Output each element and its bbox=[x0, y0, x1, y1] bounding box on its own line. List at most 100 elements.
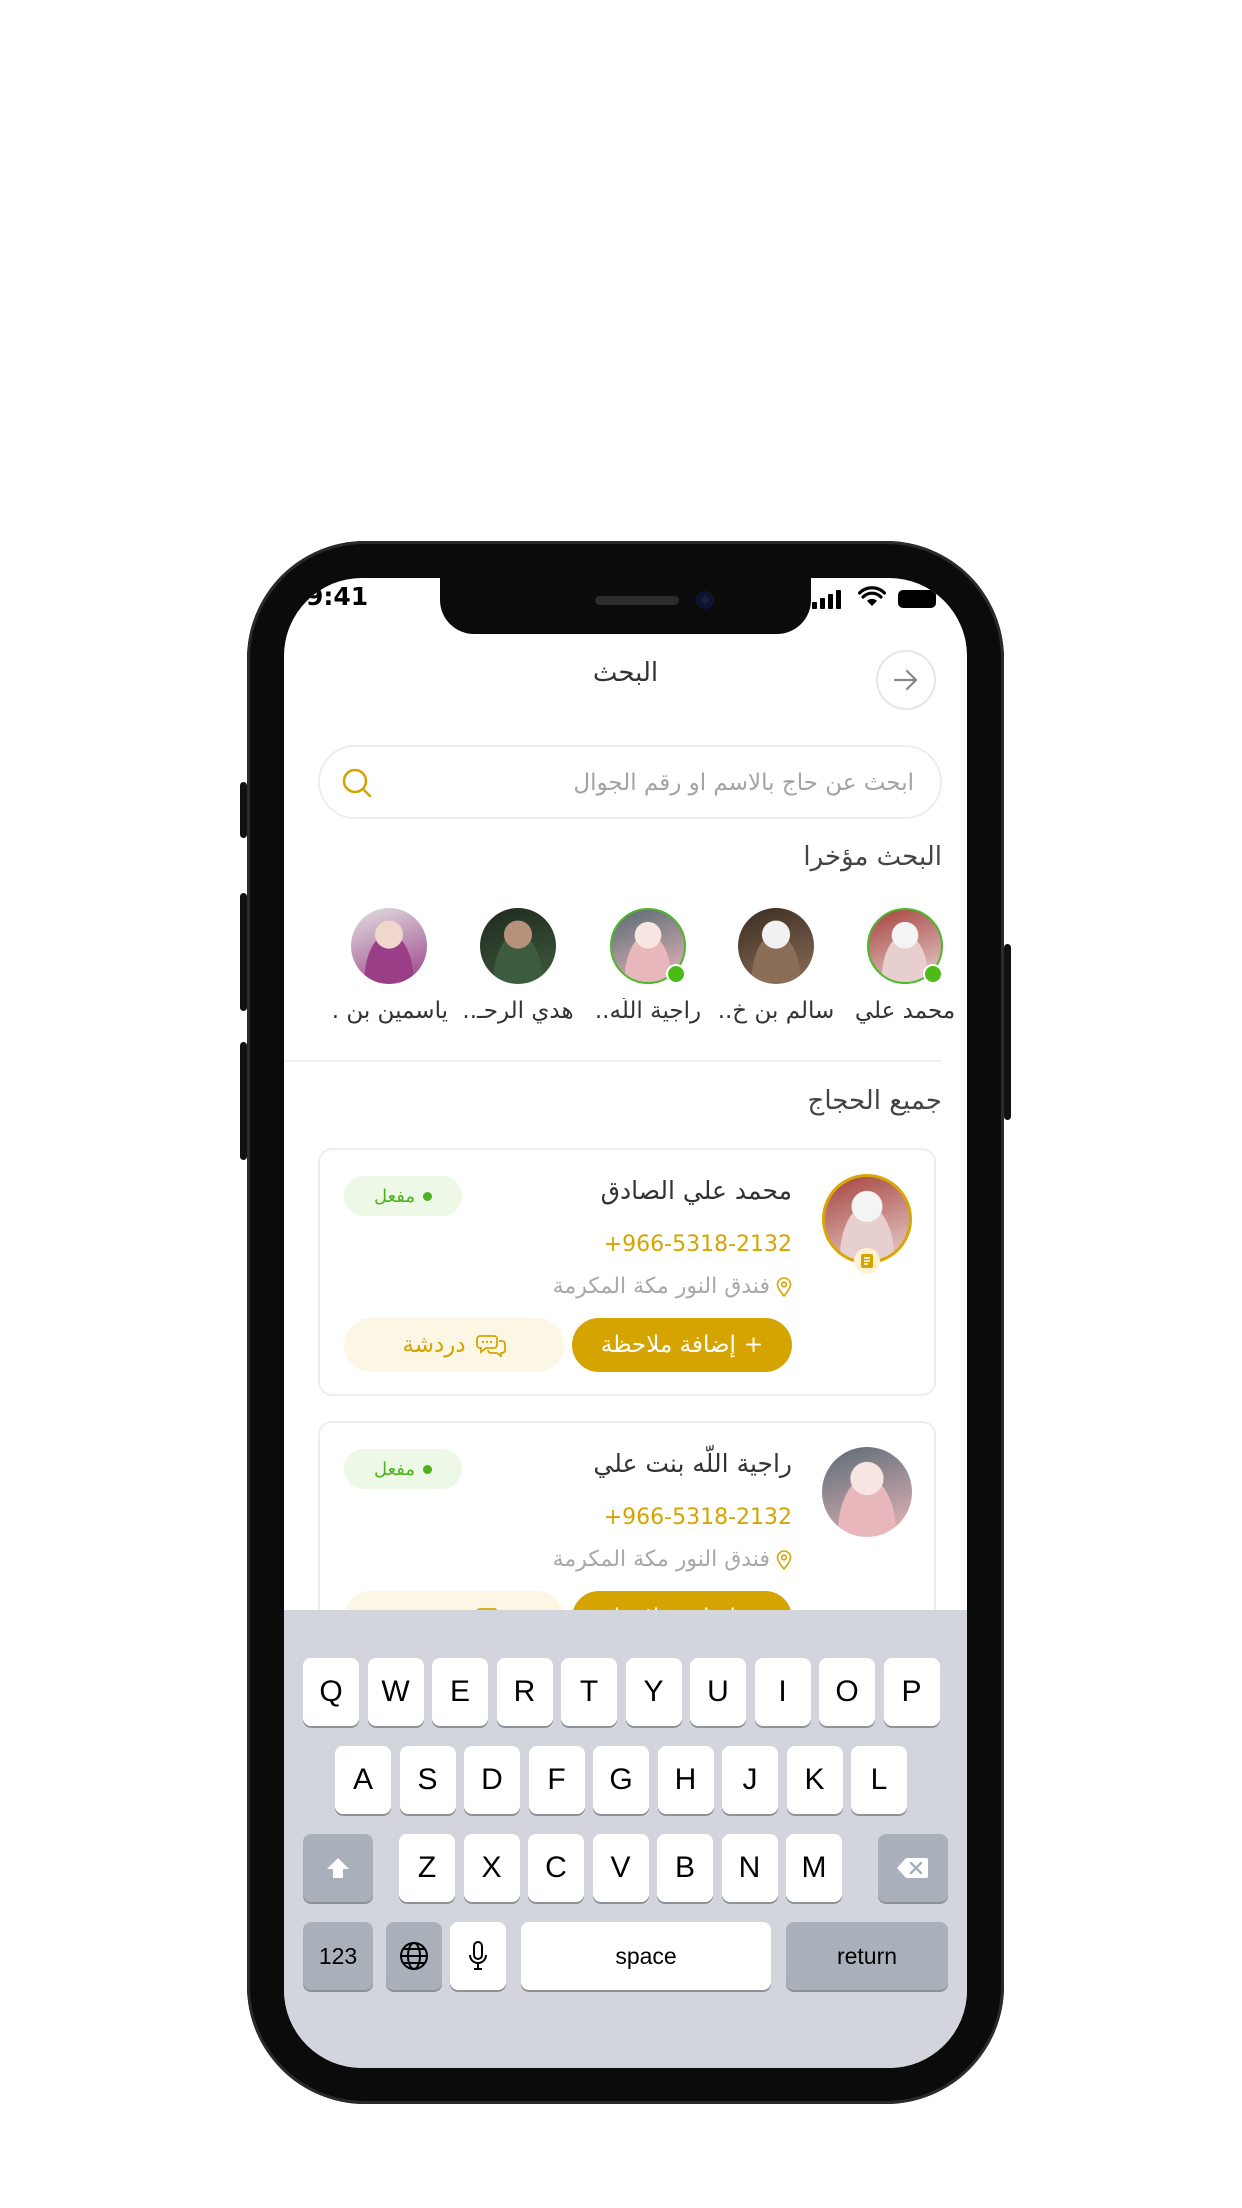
backspace-key[interactable] bbox=[878, 1834, 948, 1902]
pilgrim-location: فندق النور مكة المكرمة bbox=[553, 1547, 792, 1572]
shift-key[interactable] bbox=[303, 1834, 373, 1902]
microphone-key[interactable] bbox=[450, 1922, 506, 1990]
key-letter[interactable]: D bbox=[464, 1746, 520, 1814]
battery-icon bbox=[898, 590, 936, 608]
pilgrim-phone[interactable]: +966-5318-2132 bbox=[604, 1232, 792, 1257]
all-pilgrims-title: جميع الحجاج bbox=[807, 1086, 942, 1116]
pilgrim-card[interactable]: محمد علي الصادق +966-5318-2132 فندق النور … bbox=[318, 1148, 936, 1396]
status-badge: مفعل bbox=[344, 1176, 462, 1216]
globe-key[interactable] bbox=[386, 1922, 442, 1990]
status-time: 9:41 bbox=[306, 582, 369, 611]
location-text: فندق النور مكة المكرمة bbox=[552, 1547, 770, 1572]
key-letter[interactable]: H bbox=[657, 1746, 714, 1814]
note-badge bbox=[854, 1248, 880, 1274]
avatar[interactable] bbox=[610, 908, 686, 984]
pilgrim-name: راجية اللّه بنت علي bbox=[593, 1449, 792, 1478]
recent-name: سالم بن خ.. bbox=[717, 998, 835, 1024]
search-input[interactable] bbox=[400, 747, 916, 819]
microphone-icon bbox=[469, 1941, 487, 1970]
avatar[interactable] bbox=[867, 908, 943, 984]
chat-label: دردشة bbox=[402, 1332, 466, 1358]
side-button bbox=[240, 893, 247, 1011]
key-letter[interactable]: B bbox=[657, 1834, 713, 1902]
key-letter[interactable]: J bbox=[722, 1746, 778, 1814]
app-screen: 9:41 البحث البحث مؤخرا محمد علي سالم بن خ… bbox=[284, 578, 967, 2068]
recent-search-title: البحث مؤخرا bbox=[803, 842, 942, 872]
key-letter[interactable]: N bbox=[721, 1834, 778, 1902]
key-letter[interactable]: Z bbox=[399, 1834, 455, 1902]
avatar[interactable] bbox=[480, 908, 556, 984]
recent-name: هدي الرحـ.. bbox=[462, 998, 574, 1024]
pilgrim-name: محمد علي الصادق bbox=[600, 1176, 792, 1205]
key-letter[interactable]: U bbox=[690, 1658, 746, 1726]
key-letter[interactable]: E bbox=[432, 1658, 488, 1726]
status-dot bbox=[423, 1191, 433, 1201]
pilgrim-location: فندق النور مكة المكرمة bbox=[553, 1274, 792, 1299]
side-button bbox=[240, 1042, 247, 1160]
search-bar[interactable] bbox=[318, 745, 942, 819]
pilgrim-phone[interactable]: +966-5318-2132 bbox=[604, 1505, 792, 1530]
notch bbox=[440, 578, 811, 634]
add-note-label: إضافة ملاحظة bbox=[600, 1332, 736, 1358]
key-letter[interactable]: L bbox=[851, 1746, 907, 1814]
recent-item[interactable]: هدي الرحـ.. bbox=[459, 908, 577, 1024]
location-pin-icon bbox=[776, 1276, 792, 1297]
key-letter[interactable]: R bbox=[496, 1658, 553, 1726]
arrow-right-icon bbox=[893, 669, 918, 691]
recent-item[interactable]: محمد علي bbox=[846, 908, 964, 1024]
recent-name: محمد علي bbox=[854, 998, 956, 1024]
back-button[interactable] bbox=[876, 650, 936, 710]
key-letter[interactable]: M bbox=[786, 1834, 842, 1902]
recent-item[interactable]: سالم بن خ.. bbox=[717, 908, 835, 1024]
note-icon bbox=[861, 1254, 873, 1268]
key-letter[interactable]: W bbox=[367, 1658, 424, 1726]
recent-item[interactable]: ياسمين بن .. bbox=[330, 908, 448, 1024]
globe-icon bbox=[400, 1942, 428, 1970]
key-letter[interactable]: S bbox=[399, 1746, 456, 1814]
search-icon[interactable] bbox=[340, 766, 374, 800]
return-key[interactable]: return bbox=[786, 1922, 948, 1990]
add-note-button[interactable]: + إضافة ملاحظة bbox=[572, 1318, 792, 1372]
key-letter[interactable]: P bbox=[883, 1658, 940, 1726]
shift-icon bbox=[327, 1858, 349, 1878]
plus-icon: + bbox=[743, 1332, 764, 1358]
speaker bbox=[595, 596, 679, 605]
side-button bbox=[1004, 944, 1011, 1120]
page-title: البحث bbox=[592, 658, 659, 688]
location-pin-icon bbox=[776, 1549, 792, 1570]
numbers-key[interactable]: 123 bbox=[303, 1922, 373, 1990]
recent-name: ياسمين بن .. bbox=[330, 998, 448, 1024]
key-letter[interactable]: C bbox=[528, 1834, 584, 1902]
key-letter[interactable]: X bbox=[463, 1834, 520, 1902]
chat-icon bbox=[475, 1335, 506, 1357]
key-letter[interactable]: T bbox=[561, 1658, 617, 1726]
location-text: فندق النور مكة المكرمة bbox=[552, 1274, 770, 1299]
camera bbox=[696, 591, 714, 609]
key-letter[interactable]: A bbox=[335, 1746, 391, 1814]
status-label: مفعل bbox=[373, 1458, 416, 1480]
key-letter[interactable]: F bbox=[528, 1746, 585, 1814]
key-letter[interactable]: O bbox=[819, 1658, 875, 1726]
side-button bbox=[240, 782, 247, 838]
key-letter[interactable]: I bbox=[754, 1658, 811, 1726]
online-indicator bbox=[923, 964, 943, 984]
space-key[interactable]: space bbox=[521, 1922, 771, 1990]
avatar[interactable] bbox=[351, 908, 427, 984]
key-letter[interactable]: Q bbox=[303, 1658, 359, 1726]
divider bbox=[284, 1060, 942, 1062]
backspace-icon bbox=[897, 1858, 928, 1878]
keyboard: Q W E R T Y U I O P A S D F G H J K L Z X C V B N M 123 space return bbox=[284, 1610, 967, 2068]
status-badge: مفعل bbox=[344, 1449, 462, 1489]
wifi-icon bbox=[858, 586, 886, 606]
key-letter[interactable]: G bbox=[593, 1746, 649, 1814]
avatar[interactable] bbox=[822, 1447, 912, 1537]
key-letter[interactable]: Y bbox=[625, 1658, 682, 1726]
status-label: مفعل bbox=[373, 1185, 416, 1207]
status-dot bbox=[423, 1464, 433, 1474]
key-letter[interactable]: V bbox=[592, 1834, 649, 1902]
recent-item[interactable]: راجية اللّه.. bbox=[589, 908, 707, 1024]
avatar[interactable] bbox=[738, 908, 814, 984]
online-indicator bbox=[666, 964, 686, 984]
key-letter[interactable]: K bbox=[786, 1746, 843, 1814]
chat-button[interactable]: دردشة bbox=[344, 1318, 564, 1372]
